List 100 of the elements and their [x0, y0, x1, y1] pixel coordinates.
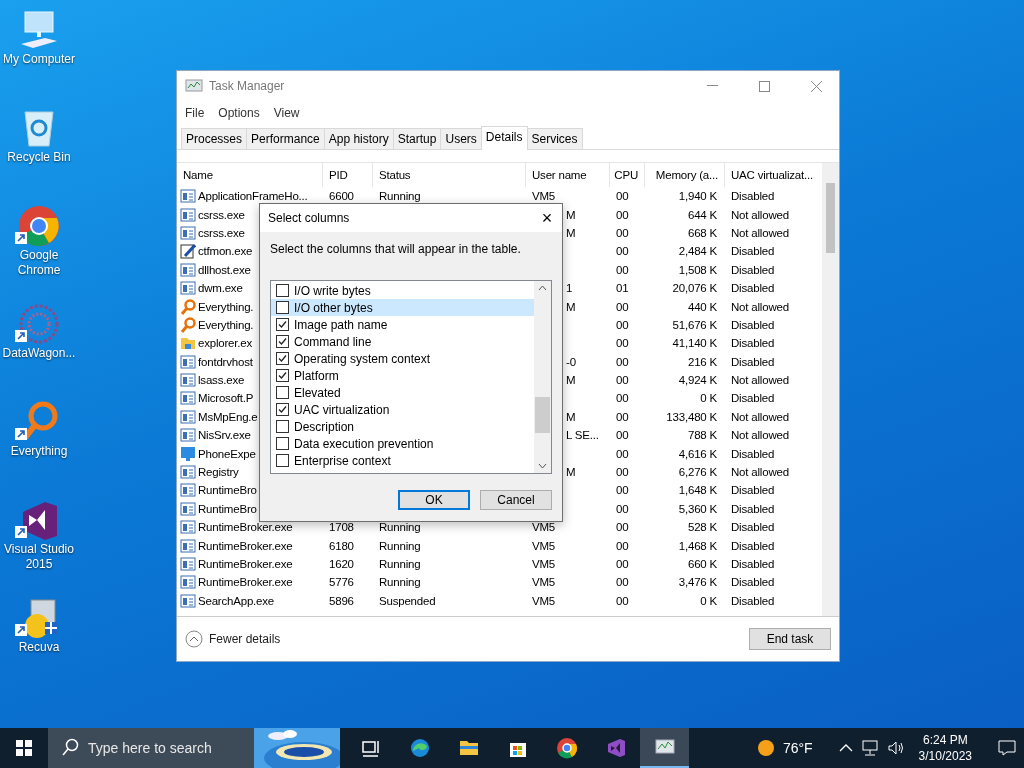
close-button[interactable]: ×: [532, 207, 562, 229]
checkbox[interactable]: [276, 284, 289, 297]
checkbox[interactable]: [276, 386, 289, 399]
table-cell: Disabled: [731, 576, 775, 589]
checkbox[interactable]: [276, 437, 289, 450]
tab[interactable]: Processes: [181, 128, 248, 149]
checkbox[interactable]: [276, 352, 289, 365]
desktop-icon-label[interactable]: Google Chrome: [0, 248, 78, 278]
volume-icon[interactable]: [886, 740, 905, 756]
table-cell: 51,676 K: [672, 318, 717, 331]
table-cell: Everything.: [198, 300, 254, 313]
scroll-thumb[interactable]: [535, 397, 550, 433]
table-cell: Disabled: [731, 282, 775, 295]
table-cell: 528 K: [687, 521, 717, 534]
process-icon: [180, 206, 196, 223]
search-field[interactable]: Type here to search: [48, 728, 340, 768]
table-cell: 6180: [329, 539, 354, 552]
tab[interactable]: Startup: [392, 128, 442, 149]
notification-icon[interactable]: [998, 740, 1016, 756]
table-cell: Disabled: [731, 521, 775, 534]
column-option[interactable]: I/O write bytes: [271, 282, 534, 299]
checkbox[interactable]: [276, 403, 289, 416]
column-header[interactable]: Name: [183, 169, 213, 181]
checkbox[interactable]: [276, 335, 289, 348]
scroll-thumb[interactable]: [826, 183, 835, 253]
menu-item[interactable]: Options: [218, 106, 260, 120]
table-cell: 1,648 K: [678, 484, 717, 497]
column-option[interactable]: Platform: [271, 367, 534, 384]
checkbox[interactable]: [276, 318, 289, 331]
table-cell: 00: [616, 245, 629, 258]
scrollbar[interactable]: [822, 163, 839, 616]
column-option[interactable]: Enterprise context: [271, 452, 534, 469]
checkbox[interactable]: [276, 420, 289, 433]
column-option[interactable]: Command line: [271, 333, 534, 350]
network-icon[interactable]: [860, 740, 879, 756]
column-option[interactable]: UAC virtualization: [271, 401, 534, 418]
table-cell: Running: [379, 576, 421, 589]
process-icon: [180, 372, 196, 389]
table-cell: VM5: [532, 521, 556, 534]
tab[interactable]: Details: [480, 126, 528, 150]
column-option[interactable]: Operating system context: [271, 350, 534, 367]
close-icon: [810, 80, 822, 92]
table-cell: 00: [616, 594, 629, 607]
table-cell: VM5: [532, 558, 556, 570]
table-cell: 133,480 K: [666, 410, 717, 423]
table-cell: VM5: [532, 576, 556, 589]
checkbox[interactable]: [276, 454, 289, 467]
chevron-up-icon[interactable]: [838, 743, 853, 753]
maximize-icon: [758, 80, 770, 92]
menu-item[interactable]: View: [273, 106, 300, 120]
process-icon: [180, 445, 196, 462]
table-cell: 00: [616, 190, 629, 203]
clock[interactable]: 6:24 PM 3/10/2023: [918, 732, 972, 764]
tab[interactable]: Users: [440, 128, 482, 149]
checkbox[interactable]: [276, 301, 289, 314]
column-option[interactable]: Image path name: [271, 316, 534, 333]
column-option[interactable]: Data execution prevention: [271, 435, 534, 452]
table-cell: Disabled: [731, 539, 775, 552]
column-header[interactable]: PID: [329, 169, 348, 181]
column-option[interactable]: I/O other bytes: [271, 299, 534, 316]
column-header[interactable]: UAC virtualizat...: [731, 169, 814, 181]
table-cell: VM5: [532, 190, 556, 203]
column-option[interactable]: Description: [271, 418, 534, 435]
process-icon: [180, 592, 196, 609]
column-header[interactable]: CPU: [614, 169, 638, 181]
table-cell: Running: [379, 190, 421, 203]
table-cell: 5,360 K: [678, 502, 717, 515]
column-option[interactable]: Elevated: [271, 384, 534, 401]
table-cell: 00: [616, 410, 629, 423]
taskbar-app[interactable]: [640, 728, 689, 768]
menu-item[interactable]: File: [185, 106, 205, 120]
table-cell: 1,468 K: [678, 539, 717, 552]
desktop-icon-label[interactable]: Everything: [0, 444, 78, 459]
desktop-icon-label[interactable]: Visual Studio 2015: [0, 542, 78, 572]
ok-button[interactable]: OK: [398, 490, 470, 510]
weather-temperature[interactable]: 76°F: [782, 740, 813, 756]
tab[interactable]: Performance: [246, 128, 325, 149]
table-cell: Disabled: [731, 337, 775, 350]
column-header[interactable]: User name: [532, 169, 587, 181]
search-input[interactable]: Type here to search: [48, 728, 248, 768]
fewer-details-link[interactable]: Fewer details: [209, 632, 281, 646]
checkbox[interactable]: [276, 369, 289, 382]
desktop-icon-label[interactable]: DataWagon...: [0, 346, 78, 361]
cancel-button[interactable]: Cancel: [480, 490, 552, 510]
table-cell: 2,484 K: [678, 245, 717, 258]
process-icon: [180, 574, 196, 591]
column-header[interactable]: Status: [379, 169, 411, 181]
collapse-icon[interactable]: [185, 630, 203, 648]
table-cell: RuntimeBroker.exe: [198, 576, 293, 589]
table-cell: 00: [616, 539, 629, 552]
list-scrollbar[interactable]: [534, 281, 551, 473]
table-cell: 1708: [329, 521, 354, 534]
column-header[interactable]: Memory (a...: [655, 169, 718, 181]
tab[interactable]: App history: [323, 128, 394, 149]
table-cell: Disabled: [731, 594, 775, 607]
table-cell: Disabled: [731, 190, 775, 203]
table-cell: L SE...: [566, 429, 599, 442]
tab[interactable]: Services: [526, 128, 583, 149]
desktop-icon-label[interactable]: Recuva: [0, 640, 78, 655]
end-task-button[interactable]: End task: [749, 628, 831, 650]
